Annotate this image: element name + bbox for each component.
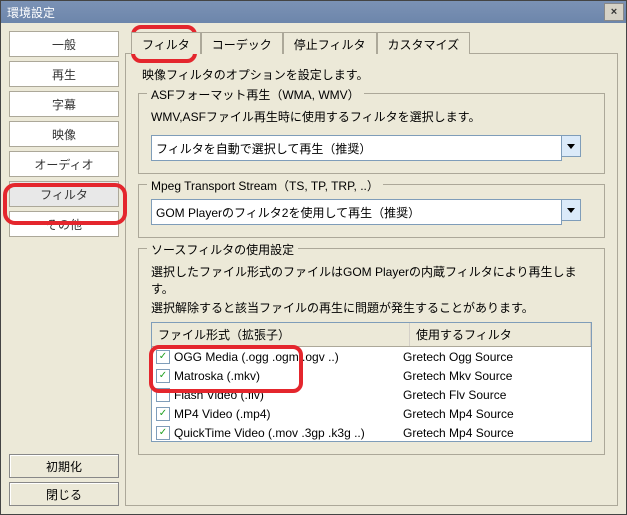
header-format: ファイル形式（拡張子） [152, 323, 410, 346]
sidebar-item-audio[interactable]: オーディオ [9, 151, 119, 177]
list-item[interactable]: ✓QuickTime Video (.mov .3gp .k3g ..) Gre… [152, 423, 591, 442]
list-item[interactable]: Flash Video (.flv) Gretech Flv Source [152, 385, 591, 404]
preferences-window: 環境設定 × 一般 再生 字幕 映像 オーディオ フィルタ その他 初期化 閉じ… [0, 0, 627, 515]
sidebar: 一般 再生 字幕 映像 オーディオ フィルタ その他 初期化 閉じる [9, 31, 119, 506]
titlebar: 環境設定 × [1, 1, 626, 23]
checkbox[interactable]: ✓ [156, 407, 170, 421]
list-header: ファイル形式（拡張子） 使用するフィルタ [152, 323, 591, 347]
group-mts-title: Mpeg Transport Stream（TS, TP, TRP, ..） [147, 177, 383, 194]
source-desc-1: 選択したファイル形式のファイルはGOM Playerの内蔵フィルタにより再生しま… [151, 263, 592, 297]
tab-panel: 映像フィルタのオプションを設定します。 ASFフォーマット再生（WMA, WMV… [125, 53, 618, 506]
list-item[interactable]: ✓OGG Media (.ogg .ogm .ogv ..) Gretech O… [152, 347, 591, 366]
group-asf-desc: WMV,ASFファイル再生時に使用するフィルタを選択します。 [151, 108, 592, 125]
group-asf: ASFフォーマット再生（WMA, WMV） WMV,ASFファイル再生時に使用す… [138, 93, 605, 174]
tab-customize[interactable]: カスタマイズ [377, 32, 471, 54]
list-item[interactable]: ✓Matroska (.mkv) Gretech Mkv Source [152, 366, 591, 385]
reset-button[interactable]: 初期化 [9, 454, 119, 478]
mts-filter-select[interactable]: GOM Playerのフィルタ2を使用して再生（推奨） [151, 199, 581, 225]
group-source-title: ソースフィルタの使用設定 [147, 241, 298, 258]
close-button[interactable]: 閉じる [9, 482, 119, 506]
checkbox[interactable] [156, 388, 170, 402]
sidebar-item-general[interactable]: 一般 [9, 31, 119, 57]
checkbox[interactable]: ✓ [156, 350, 170, 364]
chevron-down-icon[interactable] [562, 135, 581, 157]
sidebar-item-other[interactable]: その他 [9, 211, 119, 237]
sidebar-item-filter[interactable]: フィルタ [9, 181, 119, 207]
sidebar-item-playback[interactable]: 再生 [9, 61, 119, 87]
chevron-down-icon[interactable] [562, 199, 581, 221]
tab-filter[interactable]: フィルタ [131, 32, 201, 54]
group-mts: Mpeg Transport Stream（TS, TP, TRP, ..） G… [138, 184, 605, 238]
checkbox[interactable]: ✓ [156, 426, 170, 440]
tab-bar: フィルタ コーデック 停止フィルタ カスタマイズ [131, 31, 618, 53]
sidebar-item-video[interactable]: 映像 [9, 121, 119, 147]
asf-filter-select[interactable]: フィルタを自動で選択して再生（推奨） [151, 135, 581, 161]
list-item[interactable]: ✓MP4 Video (.mp4) Gretech Mp4 Source [152, 404, 591, 423]
asf-filter-value: フィルタを自動で選択して再生（推奨） [151, 135, 562, 161]
group-asf-title: ASFフォーマット再生（WMA, WMV） [147, 86, 364, 103]
mts-filter-value: GOM Playerのフィルタ2を使用して再生（推奨） [151, 199, 562, 225]
tab-stop-filter[interactable]: 停止フィルタ [283, 32, 377, 54]
main: フィルタ コーデック 停止フィルタ カスタマイズ 映像フィルタのオプションを設定… [125, 31, 618, 506]
source-filter-list[interactable]: ファイル形式（拡張子） 使用するフィルタ ✓OGG Media (.ogg .o… [151, 322, 592, 442]
close-icon[interactable]: × [604, 3, 624, 21]
intro-text: 映像フィルタのオプションを設定します。 [142, 66, 605, 83]
header-filter: 使用するフィルタ [410, 323, 591, 346]
checkbox[interactable]: ✓ [156, 369, 170, 383]
sidebar-item-subtitle[interactable]: 字幕 [9, 91, 119, 117]
group-source-filter: ソースフィルタの使用設定 選択したファイル形式のファイルはGOM Playerの… [138, 248, 605, 455]
tab-codec[interactable]: コーデック [201, 32, 283, 54]
source-desc-2: 選択解除すると該当ファイルの再生に問題が発生することがあります。 [151, 299, 592, 316]
window-title: 環境設定 [7, 4, 55, 21]
